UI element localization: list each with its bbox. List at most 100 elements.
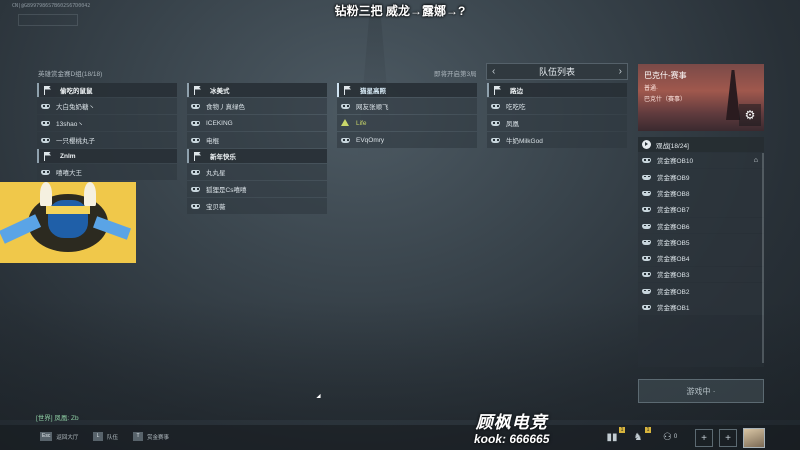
settings-button[interactable]: ⚙ [739,104,761,126]
squad-card[interactable]: Znlm 嘻嘻大王 [37,149,177,180]
key-hint-esc[interactable]: Esc 返回大厅 [40,432,78,441]
squad-card[interactable]: 冰美式 食物丿真绿色 ICEKING 电棍 [187,83,327,148]
member-name: 一只樱桃丸子 [56,138,95,145]
add-slot-button[interactable]: + [695,429,713,447]
observer-item[interactable]: 赏金赛OB8 [638,185,764,201]
squad-member[interactable]: 大白兔奶糖丶 [37,98,177,114]
flag-icon [43,151,52,161]
player-avatar[interactable] [743,428,765,448]
key-label: 赏金赛事 [147,434,170,441]
squad-member[interactable]: 电棍 [187,132,327,148]
controller-icon [642,288,651,294]
observer-item[interactable]: 赏金赛OB10 ⌂ [638,152,764,169]
squad-member[interactable]: 吃吃吃 [487,98,627,114]
controller-icon [191,137,200,143]
observer-name: 赏金赛OB2 [657,288,690,296]
member-name: 13shao丶 [56,121,84,128]
bottom-bar [0,425,800,450]
squad-member[interactable]: 嘻嘻大王 [37,164,177,180]
chevron-right-icon[interactable]: › [619,66,622,77]
observer-item[interactable]: 赏金赛OB4 [638,250,764,267]
squad-header: 猫星高照 [337,83,477,97]
squad-member[interactable]: 13shao丶 [37,115,177,131]
member-name: 嘻嘻大王 [56,170,82,177]
streamer-facecam [0,182,136,263]
key-hint-t[interactable]: T 赏金赛事 [133,432,169,441]
brand-name: 顾枫电竞 [475,413,548,432]
member-name: 狐狸是Cs嘻嘻 [206,187,247,194]
member-name: 宝贝薇 [206,204,226,211]
squad-member[interactable]: 一只樱桃丸子 [37,132,177,148]
controller-icon [191,103,200,109]
observer-name: 赏金赛OB3 [657,272,690,280]
observer-header[interactable]: 观战[18/24] [638,137,764,152]
friends-count: 0 [673,434,678,440]
controller-icon [642,206,651,213]
chat-message: [世界] 凤凰: Zb [36,415,79,422]
squad-card[interactable]: 猫星高照 网友张顺飞 Life EVqOmry [337,83,477,148]
observer-item[interactable]: 赏金赛OB6 [638,217,764,234]
squad-header: 路边 [487,83,627,97]
observer-item[interactable]: 赏金赛OB9 [638,168,764,185]
observer-item[interactable]: 赏金赛OB2 [638,282,764,299]
member-name: 食物丿真绿色 [206,104,245,111]
observer-item[interactable]: 赏金赛OB1 [638,299,764,315]
controller-icon [191,186,200,192]
warning-icon [341,119,350,126]
squad-card[interactable]: 路边 吃吃吃 凤凰 牛奶MilkGod [487,83,627,148]
observer-title: 观战[18/24] [656,142,689,150]
squad-member[interactable]: Life [337,115,477,131]
controller-icon [341,103,350,109]
facecam-horn-right [84,182,96,206]
controller-icon [642,271,651,278]
squad-member[interactable]: 牛奶MilkGod [487,132,627,148]
squad-member[interactable]: 凤凰 [487,115,627,131]
observer-item[interactable]: 赏金赛OB7 [638,201,764,218]
member-name: 丸丸星 [206,170,226,177]
observer-scrollbar[interactable] [762,153,764,363]
squad-member[interactable]: 宝贝薇 [187,198,327,214]
horse-button[interactable]: ♞ [630,429,646,445]
observer-item[interactable]: 赏金赛OB5 [638,233,764,250]
key-hint-l[interactable]: L 队伍 [93,432,118,441]
squad-member[interactable]: 狐狸是Cs嘻嘻 [187,181,327,197]
controller-icon [491,120,500,126]
squad-member[interactable]: ICEKING [187,115,327,131]
squad-card[interactable]: 偷吃的鼠鼠 大白兔奶糖丶 13shao丶 一只樱桃丸子 [37,83,177,148]
friends-button[interactable]: ⚇ 0 [662,429,678,445]
squad-name: Znlm [60,152,76,160]
controller-icon [642,157,651,164]
member-name: 网友张顺飞 [356,104,389,111]
observer-list: 赏金赛OB10 ⌂ 赏金赛OB9 赏金赛OB8 赏金赛OB7 赏金赛OB6 赏金赛… [638,152,764,315]
observer-name: 赏金赛OB10 [657,158,694,166]
member-name: 大白兔奶糖丶 [56,104,95,111]
brand-contact: kook: 666665 [474,432,550,446]
in-game-button[interactable]: 游戏中 · [638,379,764,403]
observer-name: 赏金赛OB7 [657,207,690,215]
squad-card[interactable]: 新年快乐 丸丸星 狐狸是Cs嘻嘻 宝贝薇 [187,149,327,214]
stats-button[interactable]: ▮▮ [604,429,620,445]
squad-member[interactable]: EVqOmry [337,132,477,148]
add-slot-button-2[interactable]: + [719,429,737,447]
gear-icon: ⚙ [744,108,756,122]
controller-icon [642,255,651,262]
controller-icon [191,120,200,126]
play-icon [642,140,651,149]
squad-member[interactable]: 网友张顺飞 [337,98,477,114]
map-mode: 普通· [644,86,658,92]
controller-icon [341,137,350,143]
controller-icon [642,174,651,180]
flag-icon [343,85,352,95]
lobby-title: 英雄赏金赛D组(18/18) [38,71,103,78]
controller-icon [41,120,50,126]
map-title: 巴克什-赛事 [644,71,687,80]
member-name: ICEKING [206,119,233,127]
observer-name: 赏金赛OB4 [657,256,690,264]
observer-item[interactable]: 赏金赛OB3 [638,266,764,283]
team-list-header: ‹ 队伍列表 › [486,63,628,80]
map-card[interactable]: 巴克什-赛事 普通· 巴克什（赛事） ⚙ [638,64,764,131]
chevron-left-icon[interactable]: ‹ [492,66,495,77]
stream-caption: 钻粉三把 威龙→露娜→? [334,4,466,18]
squad-member[interactable]: 食物丿真绿色 [187,98,327,114]
squad-member[interactable]: 丸丸星 [187,164,327,180]
